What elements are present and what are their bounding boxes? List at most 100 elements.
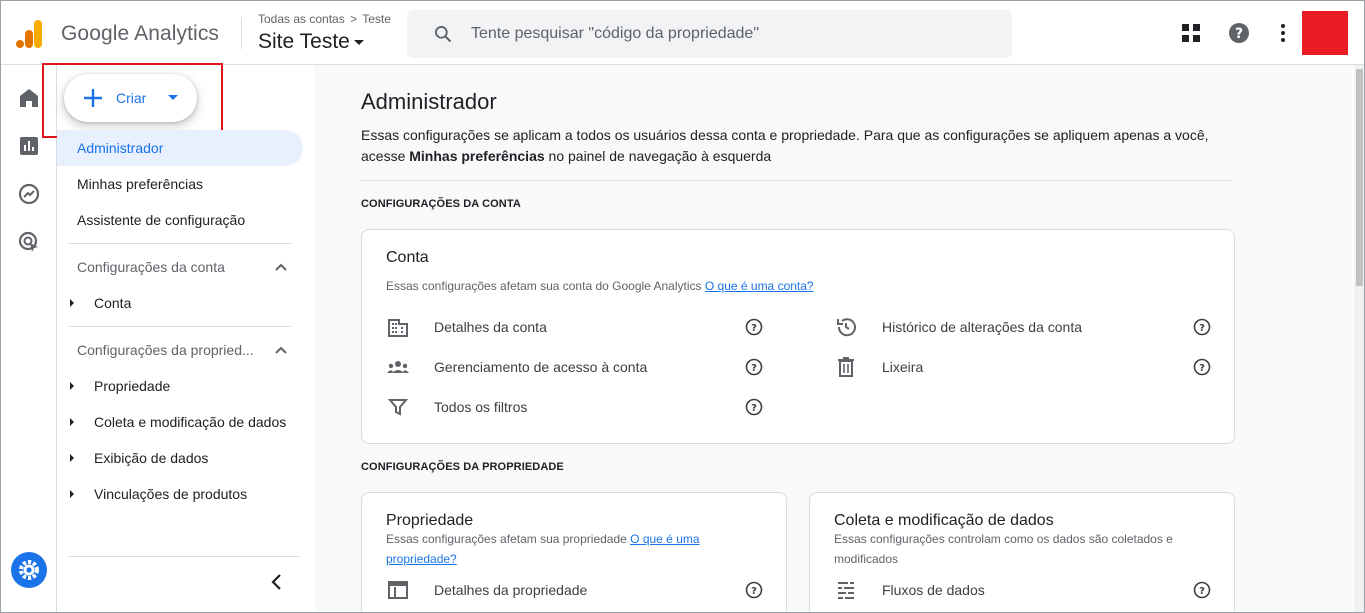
subitem-label: Vinculações de produtos [94, 486, 248, 502]
create-button[interactable]: Criar [64, 74, 197, 122]
search-bar[interactable] [407, 10, 1012, 58]
nav-item-setup-assistant[interactable]: Assistente de configuração [57, 202, 245, 238]
account-access-row[interactable]: Gerenciamento de acesso à conta [386, 355, 647, 379]
intro-line: acesse [361, 148, 410, 164]
trash-icon [838, 357, 854, 377]
property-name: Site Teste [258, 30, 350, 53]
plus-icon [84, 89, 102, 107]
history-icon [837, 318, 856, 337]
home-icon[interactable] [17, 86, 41, 110]
chevron-right-icon: > [350, 12, 358, 26]
svg-text:?: ? [751, 586, 757, 597]
nav-item-preferences[interactable]: Minhas preferências [57, 166, 203, 202]
dropdown-caret-icon [168, 95, 178, 100]
change-history-row[interactable]: Histórico de alterações da conta [834, 315, 1082, 339]
svg-text:?: ? [751, 363, 757, 374]
trash-row[interactable]: Lixeira [834, 355, 923, 379]
advertising-icon[interactable] [17, 230, 41, 254]
brand-name: Google Analytics [61, 22, 220, 45]
expand-arrow-icon [70, 454, 74, 462]
property-card: Propriedade Essas configurações afetam s… [361, 492, 787, 612]
nav-subitem-data-collection[interactable]: Coleta e modificação de dados [69, 404, 309, 440]
nav-item-label: Minhas preferências [77, 176, 204, 192]
row-label: Histórico de alterações da conta [882, 319, 1082, 335]
admin-gear-icon[interactable] [11, 552, 47, 588]
gear-icon [19, 560, 39, 580]
help-circle-icon[interactable]: ? [745, 398, 763, 416]
help-circle-icon[interactable]: ? [745, 581, 763, 599]
apps-grid-icon[interactable] [1179, 21, 1203, 45]
row-label: Detalhes da propriedade [434, 582, 588, 598]
reports-icon[interactable] [17, 134, 41, 158]
nav-item-admin[interactable]: Administrador [57, 130, 303, 166]
card-subtitle: Essas configurações afetam sua conta do … [386, 276, 814, 296]
top-bar: Google Analytics Todas as contas > Teste… [1, 1, 1364, 65]
breadcrumb[interactable]: Todas as contas > Teste [258, 12, 391, 26]
help-circle-icon[interactable]: ? [1193, 581, 1211, 599]
explore-icon[interactable] [17, 182, 41, 206]
property-details-icon [388, 581, 408, 599]
group-label: Configurações da conta [77, 259, 225, 275]
property-settings-group[interactable]: Configurações da propried... [77, 332, 291, 368]
page-title: Administrador [361, 89, 497, 114]
row-label: Detalhes da conta [434, 319, 547, 335]
group-label: Configurações da propried... [77, 342, 254, 358]
row-label: Lixeira [882, 359, 924, 375]
search-input[interactable] [471, 10, 991, 58]
breadcrumb-property[interactable]: Teste [362, 12, 391, 26]
card-subtitle-text: Essas configurações afetam sua proprieda… [386, 532, 631, 546]
nav-subitem-property[interactable]: Propriedade [69, 368, 309, 404]
data-streams-row[interactable]: Fluxos de dados [834, 578, 985, 602]
left-rail [1, 65, 57, 612]
building-icon [388, 319, 408, 337]
intro-text: Essas configurações se aplicam a todos o… [361, 125, 1231, 167]
create-label: Criar [116, 90, 147, 106]
nav-divider [69, 326, 291, 327]
help-circle-icon[interactable]: ? [1193, 318, 1211, 336]
main-content: Administrador Essas configurações se apl… [315, 65, 1353, 612]
help-circle-icon[interactable]: ? [1193, 358, 1211, 376]
avatar[interactable] [1302, 11, 1348, 55]
help-circle-icon[interactable]: ? [745, 318, 763, 336]
account-card: Conta Essas configurações afetam sua con… [361, 229, 1235, 444]
card-subtitle: Essas configurações controlam como os da… [834, 532, 1173, 566]
what-is-account-link[interactable]: O que é uma conta? [705, 279, 814, 293]
data-collection-card: Coleta e modificação de dados Essas conf… [809, 492, 1235, 612]
more-vert-icon[interactable] [1271, 21, 1295, 45]
nav-item-label: Administrador [77, 140, 164, 156]
help-icon[interactable]: ? [1227, 21, 1251, 45]
nav-subitem-account[interactable]: Conta [69, 285, 309, 321]
subitem-label: Propriedade [94, 378, 171, 394]
intro-bold: Minhas preferências [409, 148, 545, 164]
nav-divider [69, 243, 291, 244]
intro-line: no painel de navegação à esquerda [544, 148, 772, 164]
svg-text:?: ? [1199, 323, 1205, 334]
card-subtitle-text: Essas configurações afetam sua conta do … [386, 279, 705, 293]
all-filters-row[interactable]: Todos os filtros [386, 395, 527, 419]
analytics-logo-icon[interactable] [15, 19, 43, 49]
property-details-row[interactable]: Detalhes da propriedade [386, 578, 587, 602]
account-section-label: CONFIGURAÇÕES DA CONTA [361, 198, 521, 210]
svg-text:?: ? [751, 323, 757, 334]
subitem-label: Conta [94, 295, 132, 311]
account-settings-group[interactable]: Configurações da conta [77, 249, 291, 285]
row-label: Gerenciamento de acesso à conta [434, 359, 648, 375]
nav-subitem-data-display[interactable]: Exibição de dados [69, 440, 309, 476]
svg-text:?: ? [751, 403, 757, 414]
help-circle-icon[interactable]: ? [745, 358, 763, 376]
card-title: Coleta e modificação de dados [834, 512, 1054, 529]
breadcrumb-account[interactable]: Todas as contas [258, 12, 345, 26]
account-details-row[interactable]: Detalhes da conta [386, 315, 547, 339]
property-section-label: CONFIGURAÇÕES DA PROPRIEDADE [361, 461, 564, 473]
collapse-nav-icon[interactable] [267, 572, 287, 592]
people-icon [387, 361, 409, 373]
nav-item-label: Assistente de configuração [77, 212, 246, 228]
property-selector[interactable]: Site Teste [258, 30, 364, 54]
nav-subitem-product-links[interactable]: Vinculações de produtos [69, 476, 309, 512]
card-title: Conta [386, 249, 429, 266]
expand-arrow-icon [70, 490, 74, 498]
chevron-up-icon [275, 346, 287, 354]
card-title: Propriedade [386, 512, 474, 529]
scrollbar-thumb[interactable] [1356, 69, 1363, 286]
scrollbar[interactable] [1354, 65, 1364, 612]
